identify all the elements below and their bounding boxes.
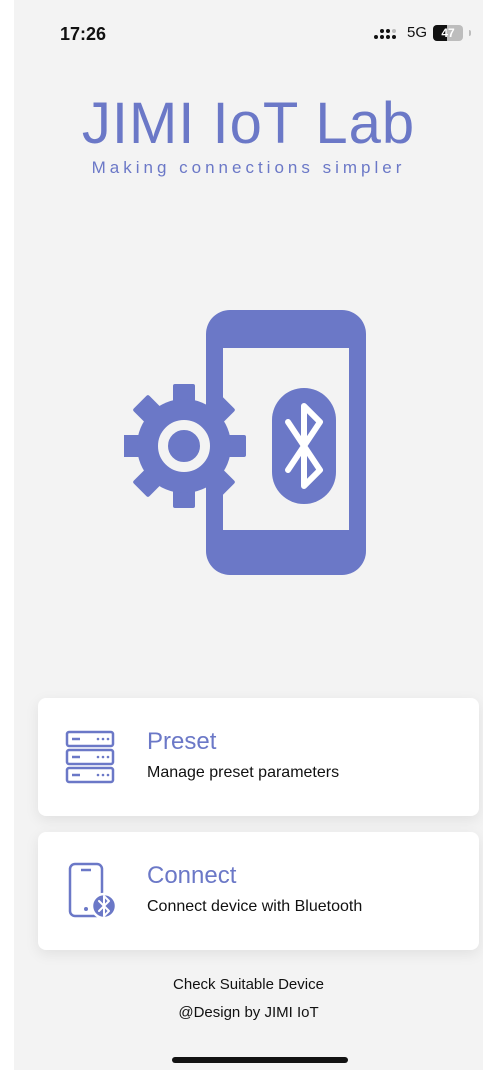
preset-card[interactable]: Preset Manage preset parameters xyxy=(38,698,479,816)
connect-card[interactable]: Connect Connect device with Bluetooth xyxy=(38,832,479,950)
app-title: JIMI IoT Lab xyxy=(81,91,416,156)
home-indicator[interactable] xyxy=(172,1057,348,1063)
preset-title: Preset xyxy=(147,728,217,755)
battery-cap xyxy=(469,29,471,36)
phone-gear-bluetooth-icon xyxy=(124,310,366,575)
status-bar: 17:26 5G 47 xyxy=(14,0,483,60)
status-time: 17:26 xyxy=(60,24,107,44)
preset-description: Manage preset parameters xyxy=(147,764,340,781)
connect-description: Connect device with Bluetooth xyxy=(147,898,363,915)
server-stack-icon xyxy=(65,730,115,784)
design-credit: @Design by JIMI IoT xyxy=(178,1004,319,1021)
check-suitable-device-link[interactable]: Check Suitable Device xyxy=(14,976,483,993)
network-type: 5G xyxy=(406,24,427,41)
connect-title: Connect xyxy=(147,862,237,889)
signal-icon xyxy=(373,25,396,39)
phone-bluetooth-icon xyxy=(68,862,116,920)
app-screen: 17:26 5G 47 JIMI IoT Lab Making connecti… xyxy=(14,0,483,1070)
app-tagline: Making connections simpler xyxy=(91,158,406,177)
battery-icon: 47 xyxy=(433,24,463,41)
battery-percent: 47 xyxy=(441,25,455,40)
status-indicators: 5G 47 xyxy=(373,24,471,41)
